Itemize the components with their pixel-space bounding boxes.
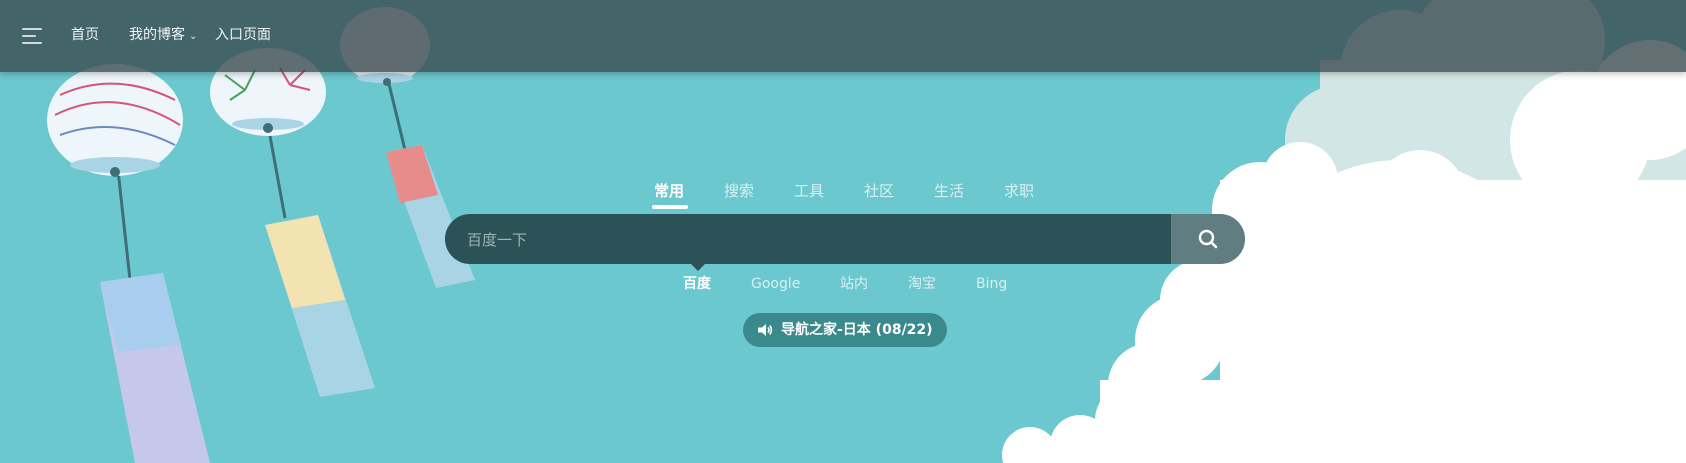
engine-baidu[interactable]: 百度	[683, 274, 711, 294]
engine-google[interactable]: Google	[751, 274, 800, 294]
active-tab-indicator	[652, 205, 688, 209]
search-icon	[1198, 229, 1218, 249]
engine-site[interactable]: 站内	[840, 274, 868, 294]
tab-common[interactable]: 常用	[654, 180, 684, 202]
tab-community[interactable]: 社区	[864, 180, 894, 202]
tab-jobs[interactable]: 求职	[1004, 180, 1034, 202]
nav-item-my-blog[interactable]: 我的博客 ⌄	[129, 25, 197, 47]
top-navigation-bar: 首页 我的博客 ⌄ 入口页面	[0, 0, 1686, 72]
tab-search[interactable]: 搜索	[724, 180, 754, 202]
menu-toggle-icon[interactable]	[22, 26, 44, 46]
search-category-tabs: 常用 搜索 工具 社区 生活 求职	[0, 180, 1686, 210]
tab-life[interactable]: 生活	[934, 180, 964, 202]
engine-pointer	[689, 262, 707, 271]
search-button[interactable]	[1171, 214, 1245, 264]
engine-bing[interactable]: Bing	[976, 274, 1007, 294]
engine-taobao[interactable]: 淘宝	[908, 274, 936, 294]
nav-item-home[interactable]: 首页	[71, 25, 99, 45]
nav-item-entry-page[interactable]: 入口页面	[215, 25, 271, 45]
tab-tools[interactable]: 工具	[794, 180, 824, 202]
notice-pill[interactable]: 导航之家-日本 (08/22)	[743, 313, 947, 347]
nav-item-label: 入口页面	[215, 27, 271, 43]
notice-text: 导航之家-日本 (08/22)	[781, 322, 933, 338]
search-bar	[445, 214, 1245, 266]
speaker-icon	[758, 324, 773, 336]
search-input[interactable]	[465, 214, 1169, 266]
chevron-down-icon: ⌄	[189, 31, 198, 42]
nav-item-label: 首页	[71, 27, 99, 43]
nav-item-label: 我的博客	[129, 27, 185, 43]
